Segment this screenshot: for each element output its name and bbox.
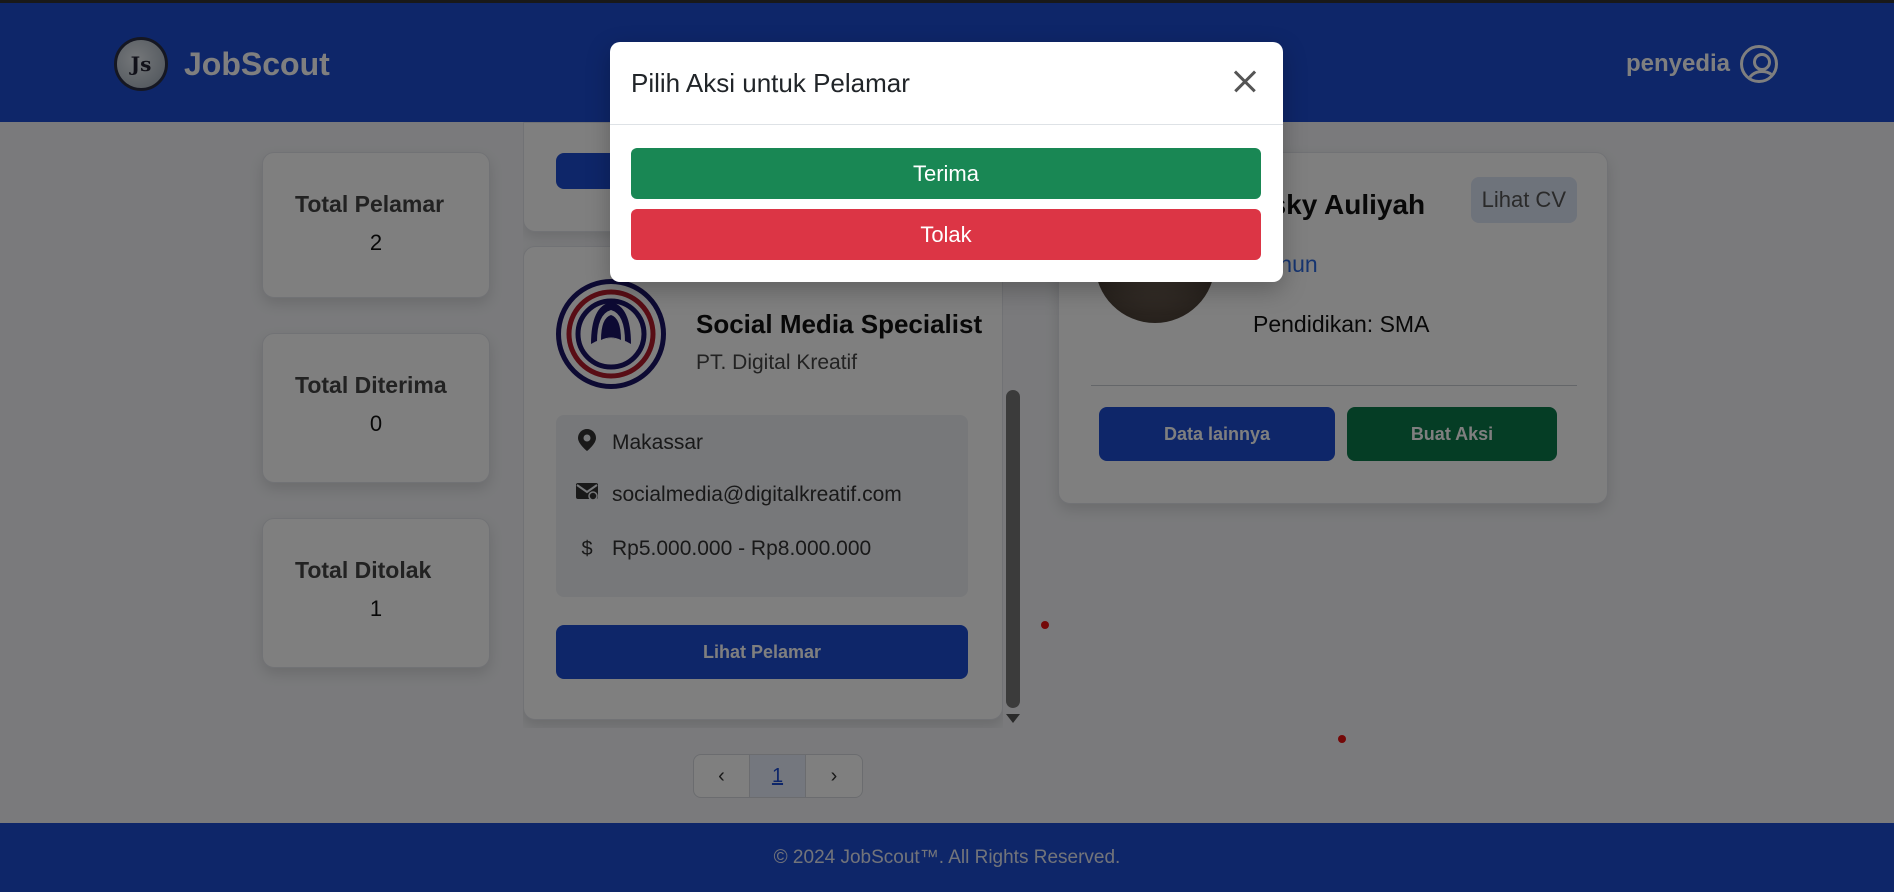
close-icon[interactable] [1227,64,1263,100]
modal-title: Pilih Aksi untuk Pelamar [631,68,910,98]
reject-button[interactable]: Tolak [631,209,1261,260]
action-modal: Pilih Aksi untuk Pelamar Terima Tolak [610,42,1283,282]
accept-button[interactable]: Terima [631,148,1261,199]
modal-header: Pilih Aksi untuk Pelamar [610,42,1283,125]
